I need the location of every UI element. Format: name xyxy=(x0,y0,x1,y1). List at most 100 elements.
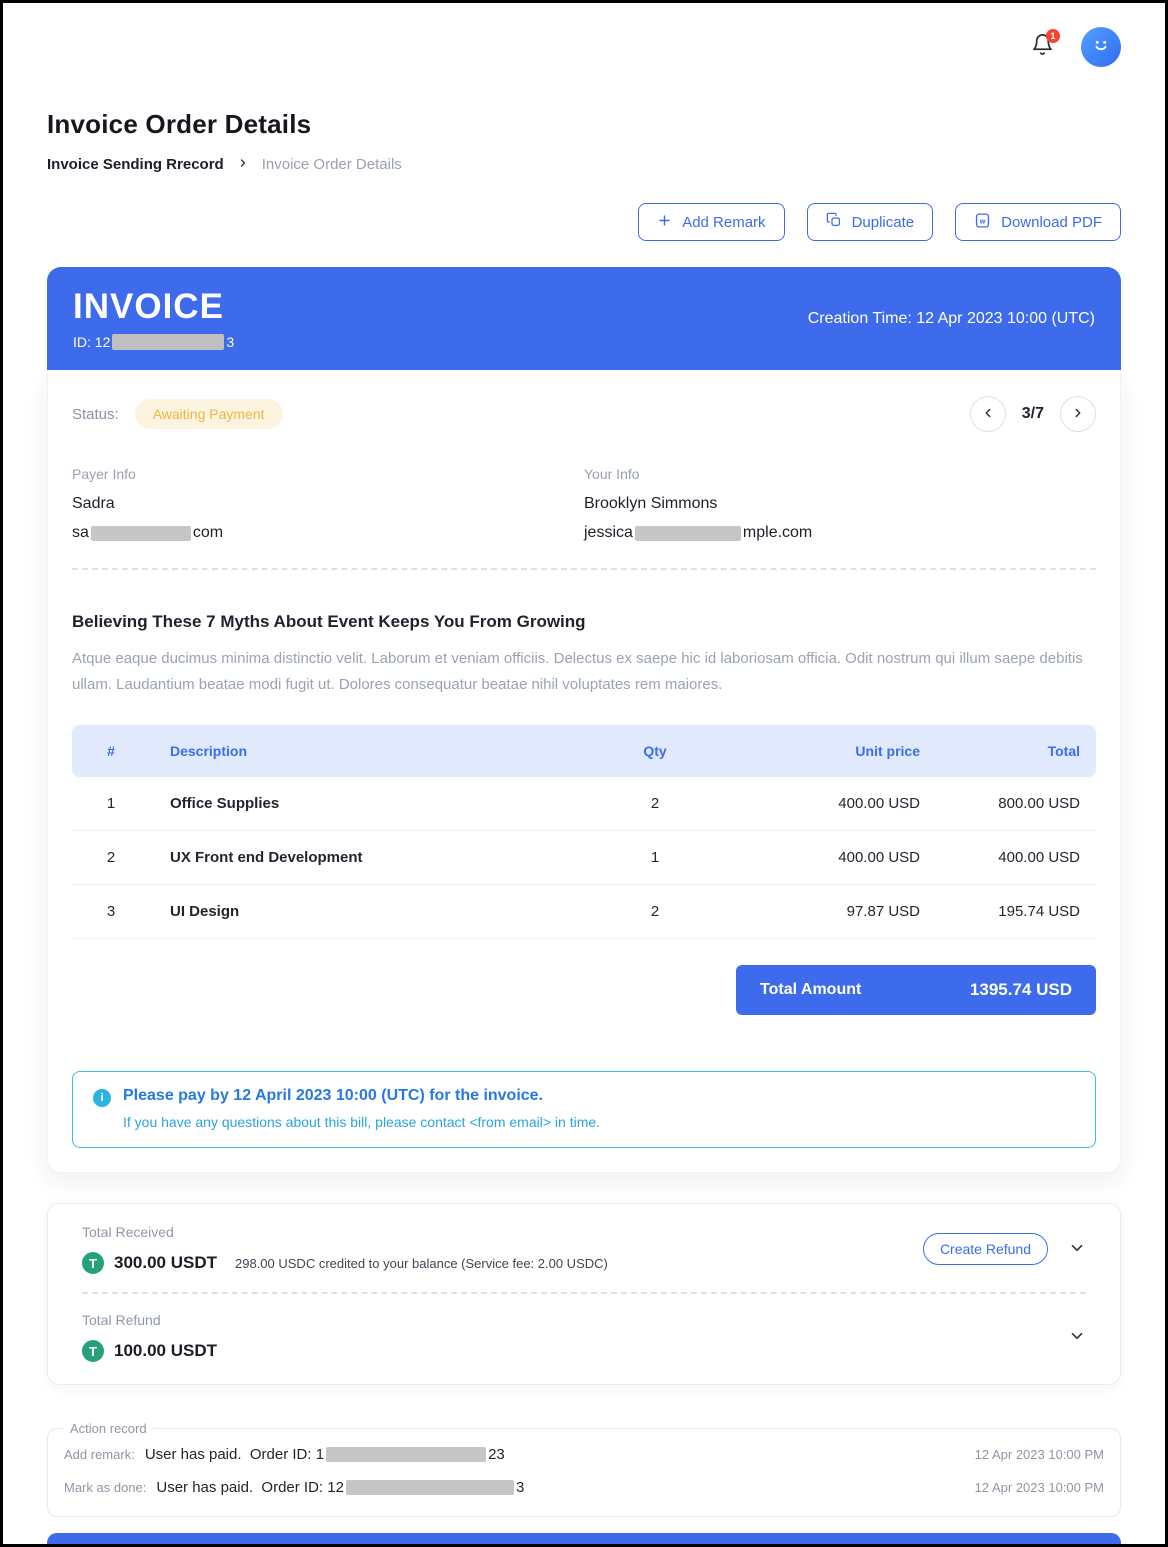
action-record-time: 12 Apr 2023 10:00 PM xyxy=(975,1480,1104,1495)
breadcrumb-item-current: Invoice Order Details xyxy=(262,156,402,173)
download-pdf-label: Download PDF xyxy=(1001,214,1102,231)
word-doc-icon: w xyxy=(974,212,991,233)
settlement-card: Total Received T 300.00 USDT 298.00 USDC… xyxy=(47,1203,1121,1385)
action-record-text-suffix: 3 xyxy=(516,1479,524,1496)
cell-num: 2 xyxy=(72,831,150,885)
avatar[interactable] xyxy=(1081,27,1121,67)
total-received-controls: Create Refund xyxy=(923,1233,1086,1265)
table-row: 3 UI Design 2 97.87 USD 195.74 USD xyxy=(72,885,1096,939)
action-record-text-suffix: 23 xyxy=(488,1446,505,1463)
redaction-block xyxy=(635,526,741,541)
total-received-label: Total Received xyxy=(82,1224,923,1240)
total-amount-label: Total Amount xyxy=(760,981,861,999)
total-refund-row: Total Refund T 100.00 USDT xyxy=(82,1312,1086,1362)
total-received-amount-row: T 300.00 USDT 298.00 USDC credited to yo… xyxy=(82,1252,923,1274)
table-row: 1 Office Supplies 2 400.00 USD 800.00 US… xyxy=(72,777,1096,831)
cell-description: UI Design xyxy=(150,885,580,939)
total-refund-label: Total Refund xyxy=(82,1312,1068,1328)
duplicate-button[interactable]: Duplicate xyxy=(807,203,934,241)
cell-qty: 2 xyxy=(580,777,730,831)
action-record-label: Add remark: xyxy=(64,1447,135,1462)
invoice-id: ID: 12 3 xyxy=(73,334,234,350)
invoice-banner: INVOICE ID: 12 3 Creation Time: 12 Apr 2… xyxy=(47,267,1121,370)
cell-unit-price: 97.87 USD xyxy=(730,885,920,939)
received-expand-button[interactable] xyxy=(1068,1239,1086,1260)
status-badge: Awaiting Payment xyxy=(135,399,283,429)
header-num: # xyxy=(72,725,150,777)
action-record-legend: Action record xyxy=(64,1421,153,1436)
action-record-row: Mark as done: User has paid. Order ID: 1… xyxy=(64,1471,1104,1504)
action-record-text-prefix: User has paid. Order ID: 1 xyxy=(145,1446,324,1463)
line-items-table: # Description Qty Unit price Total 1 Off… xyxy=(72,725,1096,939)
chevron-down-icon xyxy=(1068,1239,1086,1260)
next-card-peek xyxy=(47,1533,1121,1544)
total-refund-controls xyxy=(1068,1327,1086,1348)
your-email-suffix: mple.com xyxy=(743,524,812,542)
plus-icon xyxy=(657,213,672,232)
your-info-label: Your Info xyxy=(584,466,1096,482)
topbar: 1 xyxy=(47,3,1121,69)
header-total: Total xyxy=(920,725,1096,777)
payment-notice-text: Please pay by 12 April 2023 10:00 (UTC) … xyxy=(123,1087,600,1130)
header-qty: Qty xyxy=(580,725,730,777)
invoice-banner-title: INVOICE xyxy=(73,287,234,327)
download-pdf-button[interactable]: w Download PDF xyxy=(955,203,1121,241)
cell-total: 195.74 USD xyxy=(920,885,1096,939)
your-name: Brooklyn Simmons xyxy=(584,495,1096,513)
add-remark-label: Add Remark xyxy=(682,214,765,231)
cell-total: 400.00 USD xyxy=(920,831,1096,885)
breadcrumb-chevron-icon xyxy=(237,156,249,173)
action-record-text: User has paid. Order ID: 1 23 xyxy=(145,1446,505,1463)
table-header-row: # Description Qty Unit price Total xyxy=(72,725,1096,777)
smiley-icon xyxy=(1088,32,1114,63)
action-record: Action record Add remark: User has paid.… xyxy=(47,1421,1121,1517)
prev-page-button[interactable] xyxy=(970,396,1006,432)
cell-num: 1 xyxy=(72,777,150,831)
pagination: 3/7 xyxy=(970,396,1096,432)
total-refund-amount-row: T 100.00 USDT xyxy=(82,1340,1068,1362)
your-email: jessica mple.com xyxy=(584,524,1096,542)
chevron-left-icon xyxy=(981,406,995,423)
redaction-block xyxy=(326,1447,486,1462)
total-received-amount: 300.00 USDT xyxy=(114,1253,217,1273)
action-record-text-prefix: User has paid. Order ID: 12 xyxy=(156,1479,344,1496)
invoice-item-title: Believing These 7 Myths About Event Keep… xyxy=(72,612,1096,632)
breadcrumb: Invoice Sending Rrecord Invoice Order De… xyxy=(47,156,1121,173)
copy-icon xyxy=(826,212,842,232)
cell-qty: 2 xyxy=(580,885,730,939)
table-row: 2 UX Front end Development 1 400.00 USD … xyxy=(72,831,1096,885)
your-email-prefix: jessica xyxy=(584,524,633,542)
info-icon: i xyxy=(93,1089,111,1107)
create-refund-button[interactable]: Create Refund xyxy=(923,1233,1048,1265)
total-refund-amount: 100.00 USDT xyxy=(114,1341,217,1361)
invoice-card: Status: Awaiting Payment 3/7 Payer Info xyxy=(47,370,1121,1173)
breadcrumb-item-record[interactable]: Invoice Sending Rrecord xyxy=(47,156,224,173)
action-record-text: User has paid. Order ID: 12 3 xyxy=(156,1479,524,1496)
invoice-id-prefix: ID: 12 xyxy=(73,334,110,350)
add-remark-button[interactable]: Add Remark xyxy=(638,203,784,241)
notifications-button[interactable]: 1 xyxy=(1029,34,1055,60)
cell-qty: 1 xyxy=(580,831,730,885)
page: 1 Invoice Order Details Invoice Sending … xyxy=(3,3,1165,1517)
cell-total: 800.00 USD xyxy=(920,777,1096,831)
notification-badge: 1 xyxy=(1046,29,1060,43)
payer-info: Payer Info Sadra sa com xyxy=(72,466,584,542)
refund-expand-button[interactable] xyxy=(1068,1327,1086,1348)
cell-description: UX Front end Development xyxy=(150,831,580,885)
dashed-divider xyxy=(72,568,1096,570)
payment-notice-body: If you have any questions about this bil… xyxy=(123,1114,600,1130)
total-amount-value: 1395.74 USD xyxy=(970,980,1072,1000)
payer-email: sa com xyxy=(72,524,584,542)
action-record-time: 12 Apr 2023 10:00 PM xyxy=(975,1447,1104,1462)
invoice-id-suffix: 3 xyxy=(226,334,234,350)
your-info: Your Info Brooklyn Simmons jessica mple.… xyxy=(584,466,1096,542)
page-title: Invoice Order Details xyxy=(47,109,1121,140)
header-unit-price: Unit price xyxy=(730,725,920,777)
payer-email-suffix: com xyxy=(193,524,223,542)
page-indicator: 3/7 xyxy=(1022,405,1044,423)
chevron-down-icon xyxy=(1068,1327,1086,1348)
total-received-note: 298.00 USDC credited to your balance (Se… xyxy=(235,1256,608,1271)
cell-unit-price: 400.00 USD xyxy=(730,777,920,831)
tether-icon: T xyxy=(82,1340,104,1362)
next-page-button[interactable] xyxy=(1060,396,1096,432)
